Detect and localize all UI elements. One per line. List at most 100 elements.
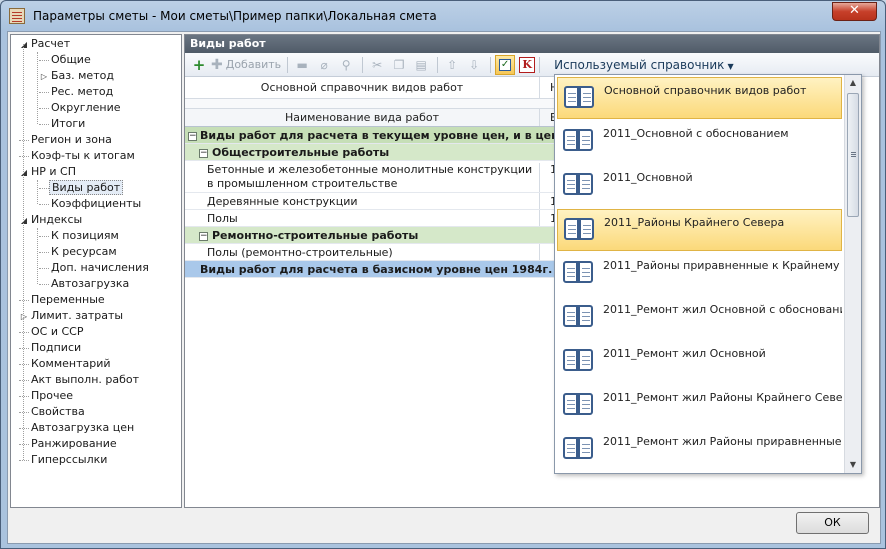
move-up-icon[interactable]: ⇧ [442, 55, 462, 75]
tree-item-label: Автозагрузка [51, 277, 130, 290]
cut-icon[interactable]: ✂ [367, 55, 387, 75]
tree-item-label: Комментарий [31, 357, 111, 370]
tree-item-label: К позициям [51, 229, 119, 242]
tree-item[interactable]: Итоги [39, 116, 87, 132]
dropdown-item-label: 2011_Ремонт жил Районы Крайнего Севера [603, 391, 842, 404]
tree-item[interactable]: Автозагрузка [39, 276, 131, 292]
dropdown-item[interactable]: 2011_Районы приравненные к Крайнему Севе [557, 253, 842, 295]
group-row[interactable]: − Общестроительные работы [185, 144, 557, 161]
dropdown-item[interactable]: 2011_Ремонт жил Основной [557, 341, 842, 383]
tree-item[interactable]: Гиперссылки [19, 452, 109, 468]
table-row[interactable]: Полы (ремонтно-строительные) [185, 244, 557, 261]
dropdown-item-label: 2011_Основной [603, 171, 693, 184]
tree-item[interactable]: К ресурсам [39, 244, 119, 260]
expanded-arrow-icon[interactable]: ◢ [19, 37, 29, 53]
move-down-icon[interactable]: ⇩ [464, 55, 484, 75]
book-icon [563, 347, 595, 375]
dropdown-scrollbar[interactable]: ▲ ▼ [844, 75, 861, 473]
expanded-arrow-icon[interactable]: ◢ [19, 165, 29, 181]
tree-item-label: Итоги [51, 117, 86, 130]
toolbar-separator [539, 56, 541, 73]
collapsed-arrow-icon[interactable]: ▷ [39, 69, 49, 85]
tree-item[interactable]: Округление [39, 100, 122, 116]
tree-connector [19, 299, 29, 301]
row-text: Полы (ремонтно-строительные) [207, 246, 393, 259]
add-button[interactable]: ✚ Добавить [211, 55, 281, 75]
dropdown-item[interactable]: 2011_Ремонт жил Районы приравненные к Кр… [557, 429, 842, 471]
paste-icon[interactable]: ▤ [411, 55, 431, 75]
tree-item[interactable]: Автозагрузка цен [19, 420, 136, 436]
tree-item-label: Ранжирование [31, 437, 117, 450]
copy-icon[interactable]: ❐ [389, 55, 409, 75]
tree-item[interactable]: Рес. метод [39, 84, 115, 100]
tree-item[interactable]: Свойства [19, 404, 87, 420]
checkbox-toggle-button[interactable]: ✓ [495, 54, 516, 75]
book-icon [564, 216, 596, 244]
settings-tree: ◢ Расчет Общие ▷ Баз. метод Рес. метод Округле… [10, 34, 182, 508]
tree-item[interactable]: ОС и ССР [19, 324, 85, 340]
collapse-icon[interactable]: − [199, 148, 208, 158]
collapse-icon[interactable]: − [199, 231, 208, 241]
grid-header-reference: Основной справочник видов работ [260, 81, 464, 94]
remove-button[interactable]: ▬ [292, 55, 312, 75]
reference-dropdown-button[interactable]: Используемый справочник ▼ [554, 58, 733, 72]
tree-item[interactable]: Прочее [19, 388, 75, 404]
scroll-down-icon[interactable]: ▼ [845, 457, 861, 473]
tree-item[interactable]: ▷ Баз. метод [39, 68, 116, 84]
row-text: Общестроительные работы [212, 146, 390, 159]
dropdown-item[interactable]: 2011_Ремонт жил Районы Крайнего Севера [557, 385, 842, 427]
scroll-up-icon[interactable]: ▲ [845, 75, 861, 91]
tree-connector [39, 123, 49, 125]
dropdown-item[interactable]: 2011_Ремонт жил Основной с обоснованием [557, 297, 842, 339]
tree-connector [39, 283, 49, 285]
k-coefficient-button[interactable]: K [519, 56, 536, 73]
tree-item[interactable]: Доп. начисления [39, 260, 151, 276]
tree-item[interactable]: ◢ НР и СП [19, 164, 78, 180]
tree-item[interactable]: Переменные [19, 292, 107, 308]
group-row[interactable]: − Виды работ для расчета в текущем уровне… [185, 127, 557, 144]
collapse-icon[interactable]: − [188, 131, 197, 141]
ok-button[interactable]: ОК [796, 512, 869, 534]
scroll-thumb[interactable] [847, 93, 859, 217]
tree-item[interactable]: Комментарий [19, 356, 113, 372]
grid-rows: − Виды работ для расчета в текущем уровне… [185, 127, 557, 278]
panel-title: Виды работ [185, 35, 879, 53]
expanded-arrow-icon[interactable]: ◢ [19, 213, 29, 229]
tree-item-label: Акт выполн. работ [31, 373, 140, 386]
group-row[interactable]: − Ремонтно-строительные работы [185, 227, 557, 244]
eraser-icon[interactable]: ⌀ [314, 55, 334, 75]
tree-connector [39, 251, 49, 253]
tree-item[interactable]: Коэф-ты к итогам [19, 148, 137, 164]
table-row[interactable]: Полы1 [185, 210, 557, 227]
add-icon-button[interactable]: + [189, 55, 209, 75]
tree-item[interactable]: Ранжирование [19, 436, 119, 452]
dropdown-item[interactable]: 2011_Районы Крайнего Севера [557, 209, 842, 251]
table-row[interactable]: Деревянные конструкции1 [185, 193, 557, 210]
dropdown-item[interactable]: 2011_Основной с обоснованием [557, 121, 842, 163]
group-row[interactable]: Виды работ для расчета в базисном уровне… [185, 261, 557, 278]
tree-item[interactable]: Регион и зона [19, 132, 114, 148]
dropdown-item-label: 2011_Ремонт жил Основной с обоснованием [603, 303, 842, 316]
tree-item[interactable]: ▷ Лимит. затраты [19, 308, 125, 324]
tree-item-label: Расчет [31, 37, 71, 50]
tree-item[interactable]: Акт выполн. работ [19, 372, 141, 388]
tree-item[interactable]: Подписи [19, 340, 83, 356]
tree-item-label: Доп. начисления [51, 261, 149, 274]
collapsed-arrow-icon[interactable]: ▷ [19, 309, 29, 325]
dropdown-item[interactable]: 2011_Основной [557, 165, 842, 207]
tree-item[interactable]: Виды работ [39, 180, 124, 196]
tree-item[interactable]: Общие [39, 52, 93, 68]
tree-item[interactable]: ◢ Индексы [19, 212, 84, 228]
tree-item[interactable]: К позициям [39, 228, 121, 244]
tree-item[interactable]: ◢ Расчет [19, 36, 72, 52]
title-bar[interactable]: Параметры сметы - Мои сметы\Пример папки… [1, 1, 885, 31]
tree-item[interactable]: Коэффициенты [39, 196, 143, 212]
column-header-name[interactable]: Наименование вида работ [185, 109, 539, 127]
replace-icon[interactable]: ⚲ [336, 55, 356, 75]
tree-connector [19, 331, 29, 333]
book-icon [563, 303, 595, 331]
book-icon [563, 127, 595, 155]
dropdown-item[interactable]: Основной справочник видов работ [557, 77, 842, 119]
table-row[interactable]: Бетонные и железобетонные монолитные кон… [185, 161, 557, 193]
close-button[interactable]: ✕ [832, 2, 877, 21]
